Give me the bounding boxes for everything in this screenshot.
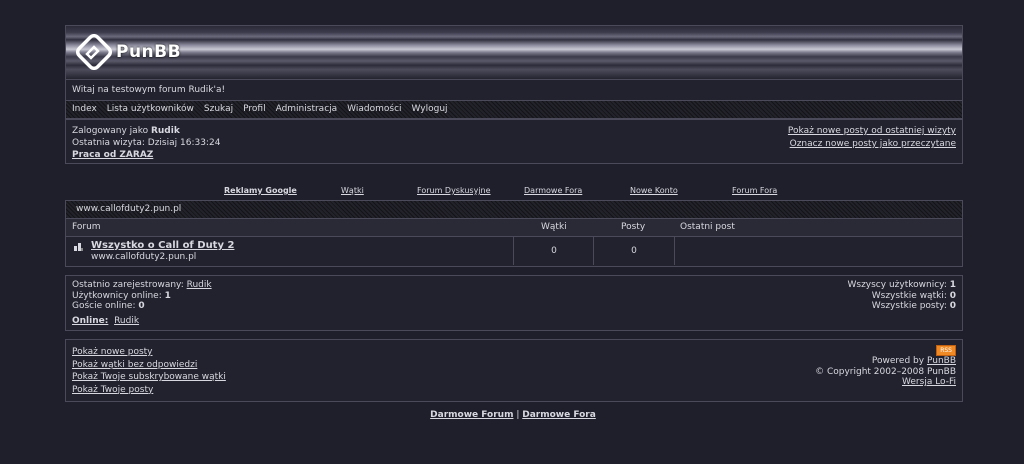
forum-stats: Ostatnio zarejestrowany: Rudik Użytkowni… — [65, 275, 963, 331]
forum-table: www.callofduty2.pun.pl Forum Wątki Posty… — [65, 200, 963, 267]
header-banner: PunBB — [66, 26, 962, 79]
last-registered: Ostatnio zarejestrowany: Rudik — [72, 280, 212, 291]
ads-bar: Reklamy Google Wątki Forum Dyskusyjne Da… — [65, 186, 961, 196]
ad-link-forum-dyskusyjne[interactable]: Forum Dyskusyjne — [417, 186, 491, 195]
logo-text: PunBB — [116, 42, 182, 62]
ad-link-topics[interactable]: Wątki — [341, 186, 364, 195]
col-topics: Wątki — [541, 222, 567, 232]
guests-online: Goście online: 0 — [72, 301, 212, 312]
nav-search[interactable]: Szukaj — [204, 104, 233, 114]
total-users: Wszyscy użytkownicy: 1 — [847, 280, 956, 291]
online-user[interactable]: Rudik — [114, 316, 139, 326]
total-posts-label: Wszystkie posty: — [871, 301, 947, 311]
users-online: Użytkownicy online: 1 — [72, 291, 212, 302]
punbb-link[interactable]: PunBB — [927, 356, 956, 366]
nav-index[interactable]: Index — [72, 104, 97, 114]
ad-link-nowe-konto[interactable]: Nowe Konto — [630, 186, 678, 195]
col-posts: Posty — [621, 222, 646, 232]
online-label: Online: — [72, 315, 109, 326]
bottom-separator: | — [516, 410, 520, 420]
rss-icon[interactable]: RSS — [936, 345, 956, 356]
table-header: Forum Wątki Posty Ostatni post — [66, 219, 962, 237]
forum-status-icon — [74, 243, 83, 251]
nav-userlist[interactable]: Lista użytkowników — [107, 104, 194, 114]
bottom-link-darmowe-forum[interactable]: Darmowe Forum — [430, 410, 513, 420]
forum-description: www.callofduty2.pun.pl — [91, 252, 197, 262]
last-visit: Ostatnia wizyta: Dzisiaj 16:33:24 — [72, 138, 221, 148]
powered-by-label: Powered by — [871, 356, 925, 366]
col-forum: Forum — [72, 222, 101, 232]
copyright: © Copyright 2002–2008 PunBB — [815, 366, 956, 377]
user-info-box: Zalogowany jako Rudik Ostatnia wizyta: D… — [65, 119, 963, 164]
total-topics-value: 0 — [949, 290, 956, 301]
last-post-cell — [674, 237, 963, 265]
table-row: Wszystko o Call of Duty 2 www.callofduty… — [66, 237, 962, 265]
total-topics-label: Wszystkie wątki: — [871, 290, 947, 301]
users-online-label: Użytkownicy online: — [72, 290, 162, 301]
powered-by: Powered by PunBB — [815, 356, 956, 367]
logged-username: Rudik — [150, 126, 180, 136]
bottom-links: Darmowe Forum | Darmowe Fora — [65, 410, 961, 420]
category-header: www.callofduty2.pun.pl — [66, 201, 962, 219]
users-online-value: 1 — [164, 290, 171, 301]
last-registered-user[interactable]: Rudik — [187, 280, 212, 290]
footer-subscribed-link[interactable]: Pokaż Twoje subskrybowane wątki — [72, 372, 226, 382]
posts-count: 0 — [593, 237, 674, 265]
footer-your-posts-link[interactable]: Pokaż Twoje posty — [72, 385, 153, 395]
logged-in-line: Zalogowany jako Rudik — [72, 125, 220, 137]
nav-admin[interactable]: Administracja — [276, 104, 338, 114]
ad-link-forum-fora[interactable]: Forum Fora — [732, 186, 777, 195]
bottom-link-darmowe-fora[interactable]: Darmowe Fora — [522, 410, 596, 420]
forum-title-link[interactable]: Wszystko o Call of Duty 2 — [91, 240, 234, 251]
punbb-logo-icon — [76, 34, 112, 70]
total-users-label: Wszyscy użytkownicy: — [847, 280, 947, 290]
footer-unanswered-link[interactable]: Pokaż wątki bez odpowiedzi — [72, 360, 197, 370]
last-registered-label: Ostatnio zarejestrowany: — [72, 280, 184, 290]
ad-link-google[interactable]: Reklamy Google — [224, 186, 297, 195]
job-link[interactable]: Praca od ZARAZ — [72, 150, 153, 160]
lofi-link[interactable]: Wersja Lo-Fi — [902, 377, 956, 387]
total-posts-value: 0 — [949, 301, 956, 311]
punbb-logo[interactable]: PunBB — [76, 34, 181, 70]
forum-header: PunBB Witaj na testowym forum Rudik'a! — [65, 25, 963, 101]
total-posts: Wszystkie posty: 0 — [847, 301, 956, 312]
guests-online-label: Goście online: — [72, 301, 136, 311]
nav-logout[interactable]: Wyloguj — [412, 104, 448, 114]
mark-read-link[interactable]: Oznacz nowe posty jako przeczytane — [790, 139, 956, 149]
total-topics: Wszystkie wątki: 0 — [847, 291, 956, 302]
forum-footer: Pokaż nowe posty Pokaż wątki bez odpowie… — [65, 339, 963, 402]
welcome-text: Witaj na testowym forum Rudik'a! — [66, 79, 962, 100]
guests-online-value: 0 — [138, 301, 145, 311]
footer-new-posts-link[interactable]: Pokaż nowe posty — [72, 347, 153, 357]
online-list: Online: Rudik — [72, 316, 212, 327]
total-users-value: 1 — [949, 280, 956, 290]
nav-messages[interactable]: Wiadomości — [347, 104, 401, 114]
ad-link-darmowe-fora[interactable]: Darmowe Fora — [524, 186, 582, 195]
logged-label: Zalogowany jako — [72, 126, 149, 136]
nav-profile[interactable]: Profil — [243, 104, 265, 114]
show-new-posts-link[interactable]: Pokaż nowe posty od ostatniej wizyty — [788, 126, 956, 136]
topics-count: 0 — [513, 237, 594, 265]
main-nav: Index Lista użytkowników Szukaj Profil Admin… — [65, 100, 963, 119]
col-last-post: Ostatni post — [680, 222, 735, 232]
